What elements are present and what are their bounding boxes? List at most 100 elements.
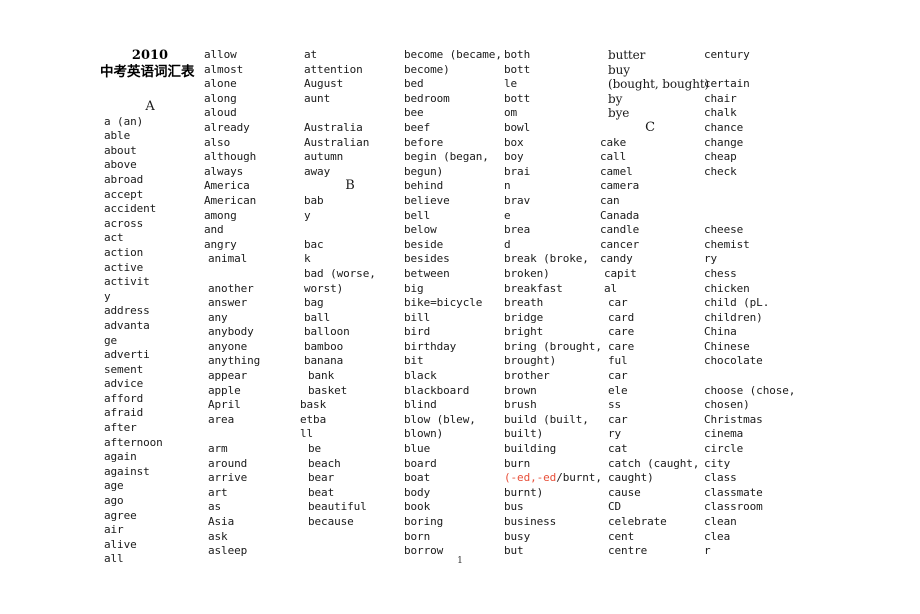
word-entry: at: [304, 48, 318, 61]
word-entry: blue: [404, 442, 431, 456]
word-entry: arrive: [208, 471, 248, 485]
word-entry: angry: [204, 237, 237, 251]
word-entry: air: [104, 523, 124, 537]
word-entry: y: [104, 289, 111, 303]
word-entry: choose (chose,: [704, 383, 796, 397]
word-entry: beautiful: [308, 500, 367, 514]
word-entry: burn: [504, 456, 531, 470]
word-entry: attention: [304, 62, 363, 76]
word-entry: believe: [404, 193, 450, 207]
word-entry: across: [104, 216, 144, 230]
word-entry: bask: [300, 398, 327, 412]
column-5: both bott le bott om bowl box boy brai n brav e brea…: [500, 48, 602, 559]
word-entry: cheese: [704, 223, 744, 237]
word-entry: begun): [404, 164, 444, 178]
word-entry: China: [704, 325, 737, 339]
word-entry: ss: [608, 398, 622, 412]
word-entry: allow: [204, 48, 237, 61]
word-entry: om: [504, 106, 518, 120]
word-entry: classmate: [704, 485, 763, 499]
word-entry: born: [404, 529, 431, 543]
word-entry: apple: [208, 383, 241, 397]
word-entry: basket: [308, 383, 348, 397]
word-entry: among: [204, 208, 237, 222]
word-entry: Australian: [304, 135, 370, 149]
word-entry: above: [104, 158, 137, 172]
word-entry: brea: [504, 223, 531, 237]
word-entry: bike=bicycle: [404, 296, 483, 310]
word-entry: animal: [208, 252, 248, 266]
word-entry: aunt: [304, 91, 331, 105]
word-entry: ball: [304, 310, 331, 324]
word-entry: city: [704, 456, 731, 470]
word-entry: August: [304, 77, 344, 91]
word-entry: big: [404, 281, 424, 295]
word-entry: check: [704, 164, 737, 178]
word-entry: butter: [608, 48, 646, 62]
word-entry: bag: [304, 296, 324, 310]
word-entry: any: [208, 310, 228, 324]
word-entry: ll: [300, 427, 314, 441]
word-entry: body: [404, 485, 431, 499]
word-entry: alone: [204, 77, 237, 91]
word-entry: besides: [404, 252, 450, 266]
word-entry: al: [604, 281, 618, 295]
word-entry: clea: [704, 529, 731, 543]
word-entry: card: [608, 310, 635, 324]
word-entry: class: [704, 471, 737, 485]
word-entry: board: [404, 456, 437, 470]
word-entry: a (an): [104, 114, 144, 128]
word-entry: ago: [104, 494, 124, 508]
word-entry: camera: [600, 179, 640, 193]
word-entry: against: [104, 464, 150, 478]
word-entry: boat: [404, 471, 431, 485]
word-entry: anything: [208, 354, 261, 368]
word-entry: bank: [308, 369, 335, 383]
word-entry: capit: [604, 266, 637, 280]
word-entry: Christmas: [704, 412, 763, 426]
word-entry: chocolate: [704, 354, 763, 368]
vocabulary-page: 2010 中考英语词汇表 Aa (an) able about above abroad…: [0, 0, 920, 614]
word-entry: etba: [300, 412, 327, 426]
word-entry: beat: [308, 485, 335, 499]
word-entry: break (broke,: [504, 252, 589, 266]
word-entry: become): [404, 62, 450, 76]
word-entry: around: [208, 456, 248, 470]
word-entry: k: [304, 252, 311, 266]
word-entry: chosen): [704, 398, 750, 412]
word-entry: by: [608, 91, 623, 106]
word-entry: beach: [308, 456, 341, 470]
word-entry: bill: [404, 310, 431, 324]
word-entry: broken): [504, 266, 550, 280]
word-entry: bear: [308, 471, 335, 485]
word-entry: almost: [204, 62, 244, 76]
word-entry: chess: [704, 266, 737, 280]
word-entry: appear: [208, 369, 248, 383]
word-entry: y: [304, 208, 311, 222]
word-entry: n: [504, 179, 511, 193]
word-entry: bye: [608, 106, 630, 121]
word-entry: both: [504, 48, 531, 61]
word-entry: answer: [208, 296, 248, 310]
word-entry: afraid: [104, 406, 144, 420]
word-entry: buy: [608, 62, 630, 77]
word-entry: bedroom: [404, 91, 450, 105]
word-entry: Canada: [600, 208, 640, 222]
word-entry: afternoon: [104, 435, 163, 449]
word-entry: celebrate: [608, 515, 667, 528]
word-entry: breakfast: [504, 281, 563, 295]
word-entry: ask: [208, 529, 228, 543]
word-entry: black: [404, 369, 437, 383]
word-entry: before: [404, 135, 444, 149]
word-entry: banana: [304, 354, 344, 368]
column-1: Aa (an) able about above abroad accept acciden…: [100, 48, 200, 567]
word-entry: can: [600, 193, 620, 207]
word-entry: brown: [504, 383, 537, 397]
word-entry: busy: [504, 529, 531, 543]
word-entry: begin (began,: [404, 150, 489, 164]
word-entry: Asia: [208, 515, 235, 528]
column-6: butter buy (bought, bought) by bye Ccake call c…: [600, 48, 709, 559]
